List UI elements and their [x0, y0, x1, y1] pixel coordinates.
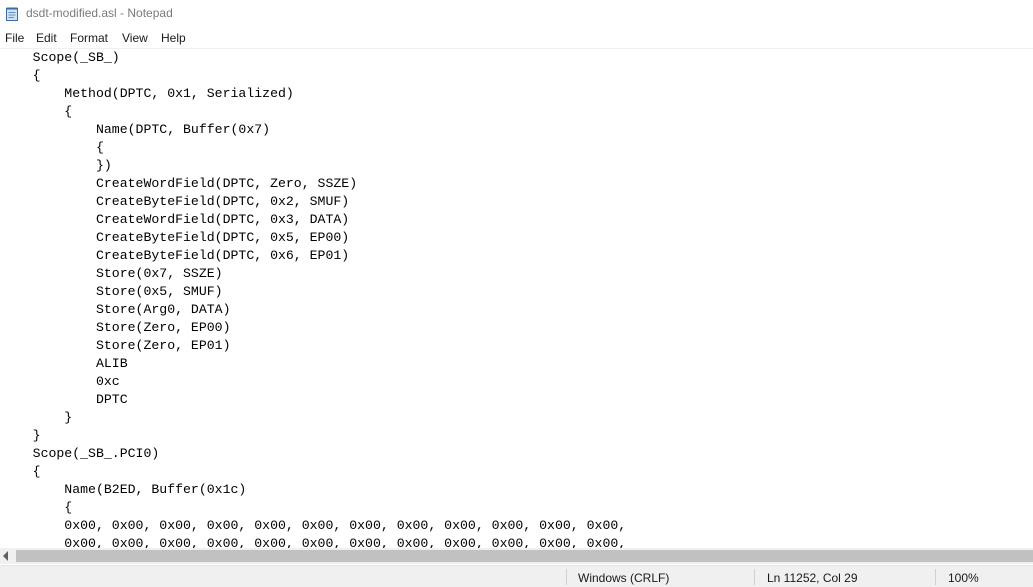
- title-bar[interactable]: dsdt-modified.asl - Notepad: [0, 0, 1033, 28]
- code-line: CreateWordField(DPTC, 0x3, DATA): [1, 212, 350, 227]
- code-line: Scope(_SB_): [1, 50, 120, 65]
- status-cursor-position: Ln 11252, Col 29: [767, 571, 858, 585]
- code-line: {: [1, 464, 41, 479]
- status-bar: Windows (CRLF) Ln 11252, Col 29 100%: [0, 565, 1033, 587]
- code-line: Scope(_SB_.PCI0): [1, 446, 160, 461]
- code-line: Store(Arg0, DATA): [1, 302, 231, 317]
- window-title: dsdt-modified.asl - Notepad: [26, 6, 173, 20]
- code-line: ALIB: [1, 356, 128, 371]
- code-line: CreateWordField(DPTC, Zero, SSZE): [1, 176, 358, 191]
- code-line: Name(B2ED, Buffer(0x1c): [1, 482, 247, 497]
- menu-help[interactable]: Help: [160, 31, 187, 45]
- code-line: 0x00, 0x00, 0x00, 0x00, 0x00, 0x00, 0x00…: [1, 518, 627, 533]
- code-line: Store(Zero, EP01): [1, 338, 231, 353]
- code-line: Method(DPTC, 0x1, Serialized): [1, 86, 294, 101]
- code-line: }: [1, 410, 73, 425]
- menu-view[interactable]: View: [121, 31, 149, 45]
- menu-edit[interactable]: Edit: [35, 31, 58, 45]
- code-line: 0x00, 0x00, 0x00, 0x00, 0x00, 0x00, 0x00…: [1, 536, 627, 548]
- code-line: Store(0x5, SMUF): [1, 284, 223, 299]
- horizontal-scrollbar[interactable]: [0, 548, 1033, 564]
- text-editor[interactable]: Scope(_SB_) { Method(DPTC, 0x1, Serializ…: [0, 49, 1033, 548]
- code-line: Store(Zero, EP00): [1, 320, 231, 335]
- code-line: CreateByteField(DPTC, 0x6, EP01): [1, 248, 350, 263]
- code-line: 0xc: [1, 374, 120, 389]
- code-line: Store(0x7, SSZE): [1, 266, 223, 281]
- code-line: {: [1, 104, 73, 119]
- status-encoding: Windows (CRLF): [578, 571, 670, 585]
- menu-bar: File Edit Format View Help: [0, 29, 1033, 49]
- menu-format[interactable]: Format: [69, 31, 109, 45]
- notepad-icon: [6, 7, 18, 21]
- code-line: CreateByteField(DPTC, 0x2, SMUF): [1, 194, 350, 209]
- scrollbar-thumb[interactable]: [16, 550, 1033, 562]
- code-line: CreateByteField(DPTC, 0x5, EP00): [1, 230, 350, 245]
- status-divider: [935, 569, 936, 585]
- code-line: }): [1, 158, 112, 173]
- code-line: DPTC: [1, 392, 128, 407]
- status-divider: [754, 569, 755, 585]
- code-line: Name(DPTC, Buffer(0x7): [1, 122, 271, 137]
- code-line: {: [1, 68, 41, 83]
- scroll-left-icon[interactable]: [3, 551, 8, 561]
- code-line: {: [1, 140, 104, 155]
- status-divider: [566, 569, 567, 585]
- status-zoom: 100%: [948, 571, 979, 585]
- menu-file[interactable]: File: [4, 31, 25, 45]
- code-line: }: [1, 428, 41, 443]
- code-line: {: [1, 500, 73, 515]
